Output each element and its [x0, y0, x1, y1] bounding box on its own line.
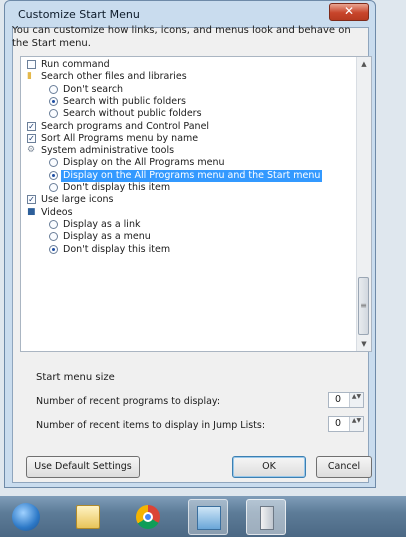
radio-button[interactable] — [49, 96, 58, 106]
dialog-title: Customize Start Menu — [18, 8, 140, 21]
option-group: ■ Videos — [21, 207, 351, 219]
option-label[interactable]: Use large icons — [41, 194, 114, 206]
checkbox[interactable] — [27, 60, 36, 69]
option-label[interactable]: Display on the All Programs menu — [63, 157, 225, 169]
option-label: Videos — [41, 206, 73, 218]
control-panel-icon — [197, 506, 221, 530]
option-label[interactable]: Don't display this item — [63, 182, 170, 194]
radio-button[interactable] — [49, 109, 58, 119]
option-label[interactable]: Search programs and Control Panel — [41, 121, 209, 133]
title-bar[interactable]: Customize Start Menu ✕ — [5, 1, 375, 25]
taskbar-google-chrome[interactable] — [128, 499, 168, 535]
spin-arrows-icon[interactable]: ▲▼ — [349, 417, 363, 431]
admin-tools-icon: ⚙ — [27, 145, 36, 156]
radio-button[interactable] — [49, 232, 58, 242]
start-menu-options-list[interactable]: Run command ▮ Search other files and libra… — [20, 56, 372, 352]
dialog-description: You can customize how links, icons, and … — [12, 25, 351, 49]
taskbar-control-panel[interactable] — [188, 499, 228, 535]
scroll-down-arrow-icon[interactable]: ▼ — [357, 337, 371, 351]
radio-button[interactable] — [49, 219, 58, 229]
option-row[interactable]: Search without public folders — [21, 108, 351, 120]
option-row[interactable]: Display on the All Programs menu — [21, 157, 351, 169]
option-label[interactable]: Search without public folders — [63, 108, 202, 120]
folder-icon: ▮ — [27, 71, 32, 82]
option-row[interactable]: Display as a link — [21, 219, 351, 231]
radio-button[interactable] — [49, 183, 58, 192]
radio-button[interactable] — [49, 158, 58, 168]
option-group: ▮ Search other files and libraries — [21, 71, 351, 83]
use-default-settings-button[interactable]: Use Default Settings — [26, 456, 140, 478]
checkbox[interactable]: ✓ — [27, 195, 36, 205]
radio-button[interactable] — [49, 170, 58, 180]
option-label[interactable]: Search with public folders — [63, 96, 186, 108]
taskbar — [0, 496, 406, 537]
checkbox[interactable]: ✓ — [27, 133, 36, 143]
computer-icon — [260, 506, 274, 530]
option-row[interactable]: Display as a menu — [21, 231, 351, 243]
jump-list-value[interactable]: 0 — [335, 418, 341, 429]
recent-programs-value[interactable]: 0 — [335, 394, 341, 405]
recent-programs-label: Number of recent programs to display: — [36, 396, 221, 407]
option-label[interactable]: Run command — [41, 59, 110, 71]
option-row[interactable]: ✓ Sort All Programs menu by name — [21, 133, 351, 145]
option-label[interactable]: Display as a menu — [63, 231, 151, 243]
folder-icon — [76, 505, 100, 529]
option-group: ⚙ System administrative tools — [21, 145, 351, 157]
recent-programs-stepper[interactable]: 0 ▲▼ — [328, 392, 364, 408]
option-row[interactable]: Run command — [21, 59, 351, 71]
option-label[interactable]: Sort All Programs menu by name — [41, 133, 198, 145]
option-label: System administrative tools — [41, 145, 175, 157]
option-label[interactable]: Don't search — [63, 84, 123, 96]
jump-list-label: Number of recent items to display in Jum… — [36, 420, 266, 431]
option-label[interactable]: Don't display this item — [63, 244, 170, 256]
option-row[interactable]: Don't display this item — [21, 182, 351, 194]
jump-list-stepper[interactable]: 0 ▲▼ — [328, 416, 364, 432]
scroll-up-arrow-icon[interactable]: ▲ — [357, 57, 371, 71]
close-button[interactable]: ✕ — [329, 3, 369, 21]
cancel-button[interactable]: Cancel — [316, 456, 372, 478]
radio-button[interactable] — [49, 84, 58, 94]
option-row[interactable]: Search with public folders — [21, 96, 351, 108]
vertical-scrollbar[interactable]: ▲ ≡ ▼ — [356, 57, 371, 351]
windows-logo-icon — [12, 503, 40, 531]
videos-icon: ■ — [27, 206, 36, 217]
option-row[interactable]: Don't search — [21, 84, 351, 96]
option-label[interactable]: Display as a link — [63, 219, 140, 231]
spin-arrows-icon[interactable]: ▲▼ — [349, 393, 363, 407]
chrome-icon — [136, 505, 160, 529]
option-label: Search other files and libraries — [41, 71, 187, 83]
radio-button[interactable] — [49, 244, 58, 254]
taskbar-computer[interactable] — [246, 499, 286, 535]
checkbox[interactable]: ✓ — [27, 121, 36, 131]
option-label[interactable]: Display on the All Programs menu and the… — [61, 169, 323, 182]
option-row[interactable]: ✓ Search programs and Control Panel — [21, 121, 351, 133]
start-menu-size-heading: Start menu size — [36, 372, 115, 383]
ok-button[interactable]: OK — [232, 456, 306, 478]
start-button[interactable] — [8, 499, 48, 535]
taskbar-windows-explorer[interactable] — [68, 499, 108, 535]
option-row[interactable]: ✓ Use large icons — [21, 194, 351, 206]
option-row[interactable]: Display on the All Programs menu and the… — [21, 169, 351, 182]
scroll-thumb[interactable]: ≡ — [358, 277, 369, 335]
option-row[interactable]: Don't display this item — [21, 244, 351, 256]
